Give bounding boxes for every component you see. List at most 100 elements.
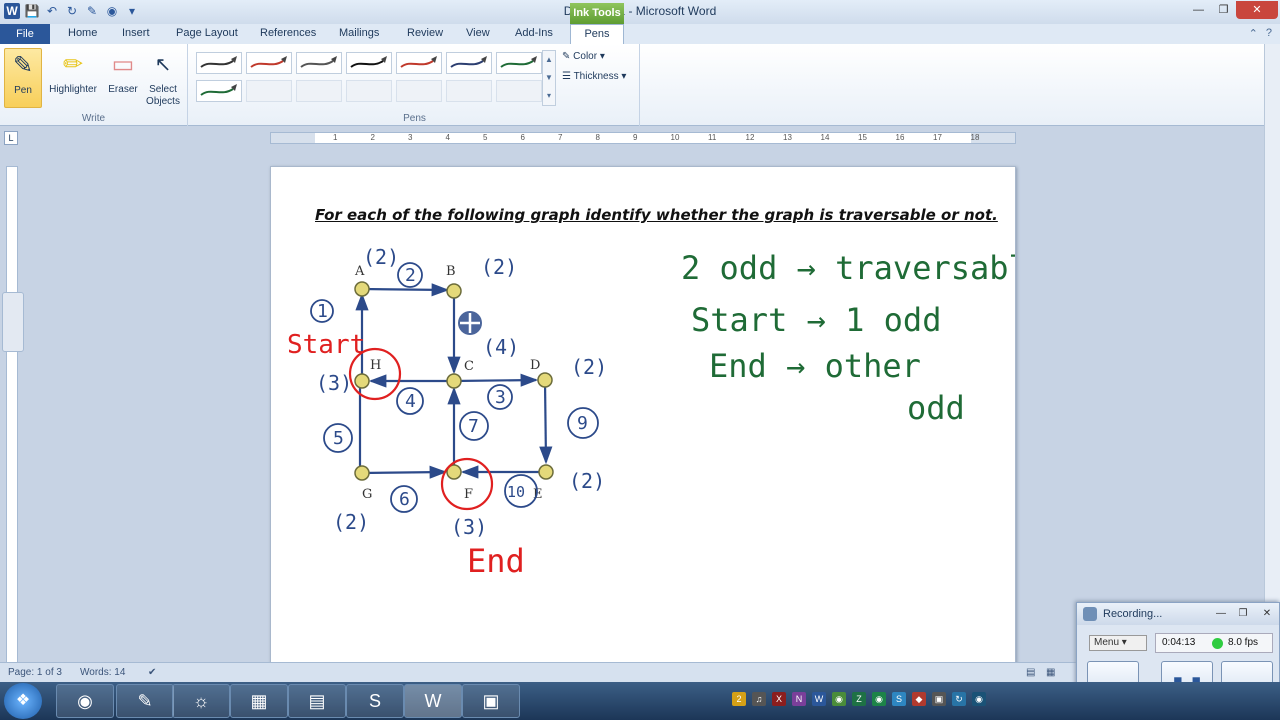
ruler-tick-label: 11	[708, 133, 717, 142]
restore-icon[interactable]: ❐	[1211, 1, 1236, 19]
pen-swatch[interactable]	[396, 52, 442, 74]
tray-volume-icon[interactable]: ♫	[752, 692, 766, 706]
vertex-label-c: C	[464, 359, 474, 374]
color-label: Color	[573, 51, 598, 62]
pen-swatch-empty[interactable]	[296, 80, 342, 102]
move-cursor-icon	[458, 311, 482, 335]
recorder-restore-icon[interactable]: ❐	[1233, 606, 1253, 621]
edge-a-b	[361, 283, 450, 297]
pen-swatch[interactable]	[496, 52, 542, 74]
gallery-scroll[interactable]: ▲ ▼ ▾	[542, 50, 556, 106]
tray-x-icon[interactable]: X	[772, 692, 786, 706]
pen-button[interactable]: ✎ Pen	[4, 48, 42, 108]
ruler-tick-label: 4	[445, 133, 450, 142]
pen-swatch[interactable]	[346, 52, 392, 74]
tray-shield-icon[interactable]: ◆	[912, 692, 926, 706]
proofing-icon[interactable]: ✔	[148, 667, 156, 678]
tray-chrome-icon[interactable]: ◉	[832, 692, 846, 706]
skype-taskbar-icon[interactable]: S	[346, 684, 404, 718]
thickness-dropdown[interactable]: ☰ Thickness ▾	[562, 71, 626, 82]
red-ink-words: Start End	[287, 330, 525, 580]
system-tray: 2 ♫ X N W ◉ Z ◉ S ◆ ▣ ↻ ◉	[732, 692, 986, 706]
word-taskbar-icon[interactable]: W	[404, 684, 462, 718]
notes-taskbar-icon[interactable]: ▤	[288, 684, 346, 718]
tab-mailings[interactable]: Mailings	[339, 27, 379, 39]
tab-review[interactable]: Review	[407, 27, 443, 39]
ruler-tick-label: 12	[745, 133, 755, 142]
print-layout-icon[interactable]: ▤	[1026, 667, 1035, 678]
tab-add-ins[interactable]: Add-Ins	[515, 27, 553, 39]
vertex-label-f: F	[464, 487, 473, 502]
pen-swatch-empty[interactable]	[346, 80, 392, 102]
tab-home[interactable]: Home	[68, 27, 97, 39]
ruler-tick-label: 10	[670, 133, 680, 142]
tray-excel-icon[interactable]: Z	[852, 692, 866, 706]
degree-c: (4)	[483, 335, 519, 359]
eraser-icon: ▭	[111, 51, 135, 78]
pen-swatch-empty[interactable]	[396, 80, 442, 102]
vertical-scrollbar[interactable]	[1264, 44, 1280, 662]
help-icon[interactable]: ?	[1266, 27, 1272, 40]
recorder-minimize-icon[interactable]: —	[1211, 606, 1231, 621]
tray-network-icon[interactable]: ◉	[872, 692, 886, 706]
step-10: 10	[507, 483, 525, 501]
word-count[interactable]: Words: 14	[80, 667, 125, 678]
ruler-tick-label: 1	[333, 133, 338, 142]
split-handle[interactable]	[2, 292, 24, 352]
tray-skype-icon[interactable]: S	[892, 692, 906, 706]
highlighter-button[interactable]: ✏ Highlighter	[44, 48, 102, 95]
pen-stroke-icon	[350, 56, 387, 68]
pen-swatch-empty[interactable]	[446, 80, 492, 102]
close-icon[interactable]: ✕	[1236, 1, 1278, 19]
window-title: Document1 - Microsoft Word	[563, 4, 717, 18]
page-count[interactable]: Page: 1 of 3	[8, 667, 62, 678]
tab-references[interactable]: References	[260, 27, 316, 39]
pen-swatch[interactable]	[446, 52, 492, 74]
document-page[interactable]: For each of the following graph identify…	[270, 166, 1016, 666]
recorder-close-icon[interactable]: ✕	[1257, 606, 1277, 621]
select-objects-button[interactable]: ↖ Select Objects	[142, 48, 184, 108]
recorder-menu[interactable]: Menu ▾	[1089, 635, 1147, 651]
vertex-label-g: G	[362, 487, 372, 502]
degree-a: (2)	[363, 245, 399, 269]
ruler-tick-label: 5	[483, 133, 488, 142]
ruler-tick-label: 18	[970, 133, 980, 142]
tab-pens[interactable]: Pens	[570, 24, 624, 44]
recorder-taskbar-icon[interactable]: ▣	[462, 684, 520, 718]
recorder-status: 0:04:13 8.0 fps	[1155, 633, 1273, 653]
chrome-taskbar-icon[interactable]: ◉	[56, 684, 114, 718]
tab-file[interactable]: File	[0, 24, 50, 44]
ruler-tick-label: 9	[633, 133, 638, 142]
minimize-ribbon-icon[interactable]: ⌃	[1249, 27, 1258, 40]
pen-swatch[interactable]	[196, 52, 242, 74]
pen-swatch[interactable]	[296, 52, 342, 74]
tray-monitor-icon[interactable]: ▣	[932, 692, 946, 706]
start-button[interactable]: ❖	[4, 683, 42, 719]
pen-stroke-icon	[200, 56, 237, 68]
vertical-ruler[interactable]	[6, 166, 18, 666]
tray-word-icon[interactable]: W	[812, 692, 826, 706]
pen-swatch-empty[interactable]	[246, 80, 292, 102]
minimize-icon[interactable]: —	[1186, 1, 1211, 19]
degree-h: (3)	[316, 371, 352, 395]
full-screen-icon[interactable]: ▦	[1046, 667, 1055, 678]
tab-page-layout[interactable]: Page Layout	[176, 27, 238, 39]
tray-sync-icon[interactable]: ↻	[952, 692, 966, 706]
tab-selector[interactable]: L	[4, 131, 18, 145]
step-7: 7	[468, 416, 479, 437]
firefox-taskbar-icon[interactable]: ☼	[172, 684, 230, 718]
horizontal-ruler[interactable]: 1 2 3 4 5 6 7 8 9 10 11 12 13 14 15 16 17 18	[270, 132, 1016, 144]
pen-swatch-empty[interactable]	[496, 80, 542, 102]
calculator-taskbar-icon[interactable]: ▦	[230, 684, 288, 718]
tray-globe-icon[interactable]: ◉	[972, 692, 986, 706]
tab-view[interactable]: View	[466, 27, 490, 39]
eraser-button[interactable]: ▭ Eraser	[104, 48, 142, 95]
pen-app-taskbar-icon[interactable]: ✎	[116, 684, 174, 718]
ruler-tick-label: 17	[933, 133, 942, 142]
pen-swatch[interactable]	[246, 52, 292, 74]
pen-swatch[interactable]	[196, 80, 242, 102]
tray-onenote-icon[interactable]: N	[792, 692, 806, 706]
tab-insert[interactable]: Insert	[122, 27, 150, 39]
tray-badge-icon[interactable]: 2	[732, 692, 746, 706]
color-dropdown[interactable]: ✎ Color ▾	[562, 51, 605, 62]
